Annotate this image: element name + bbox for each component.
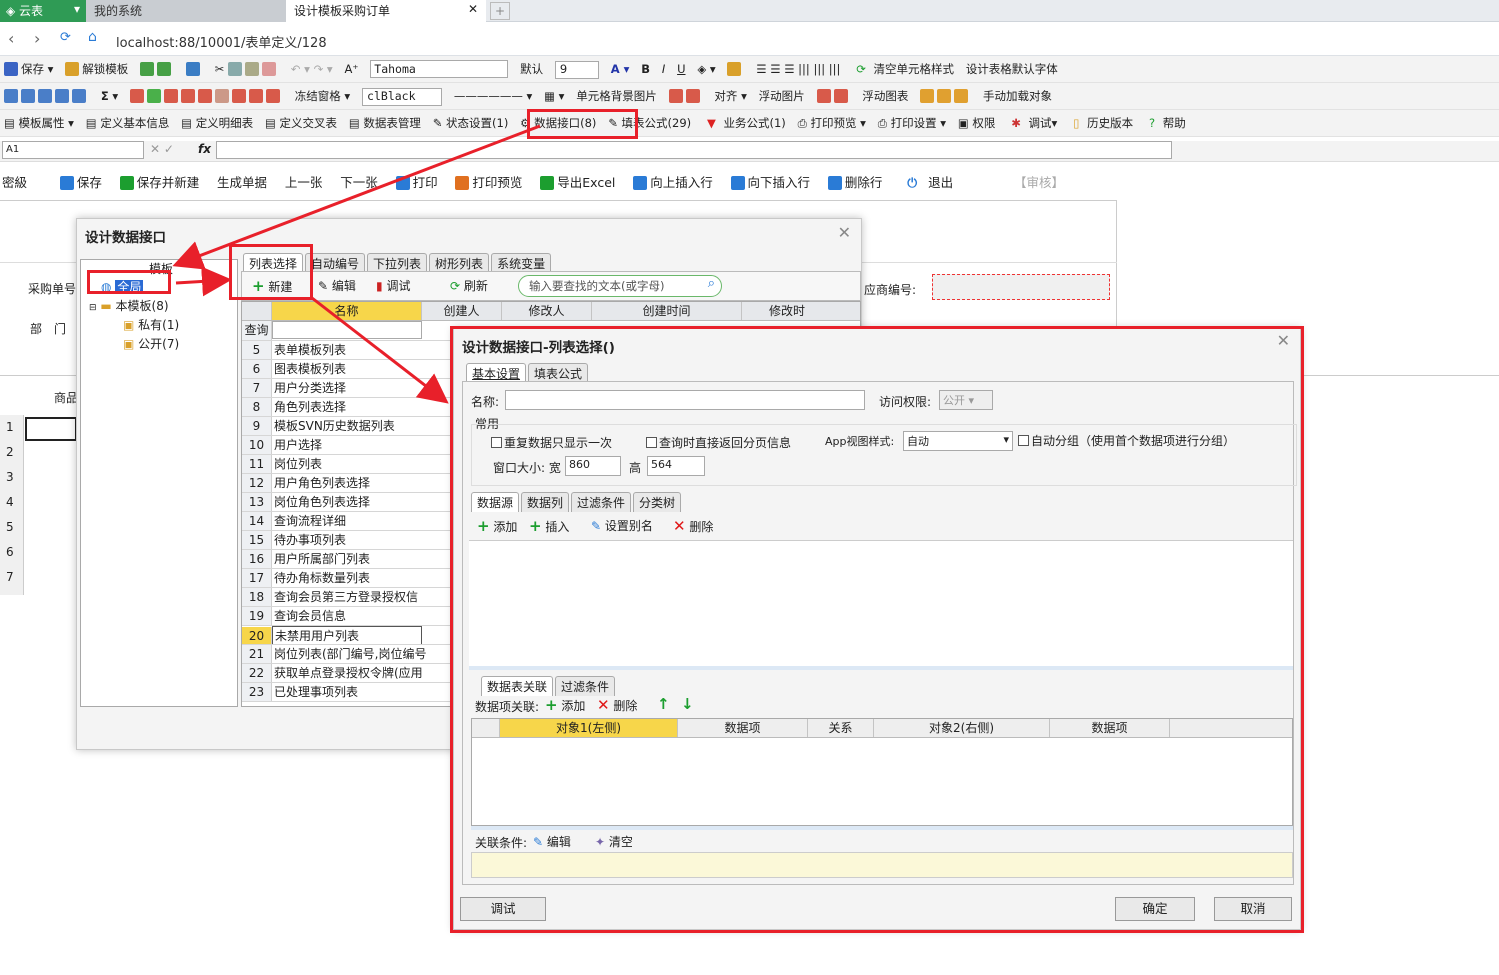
- annotation-arrows: [172, 124, 541, 404]
